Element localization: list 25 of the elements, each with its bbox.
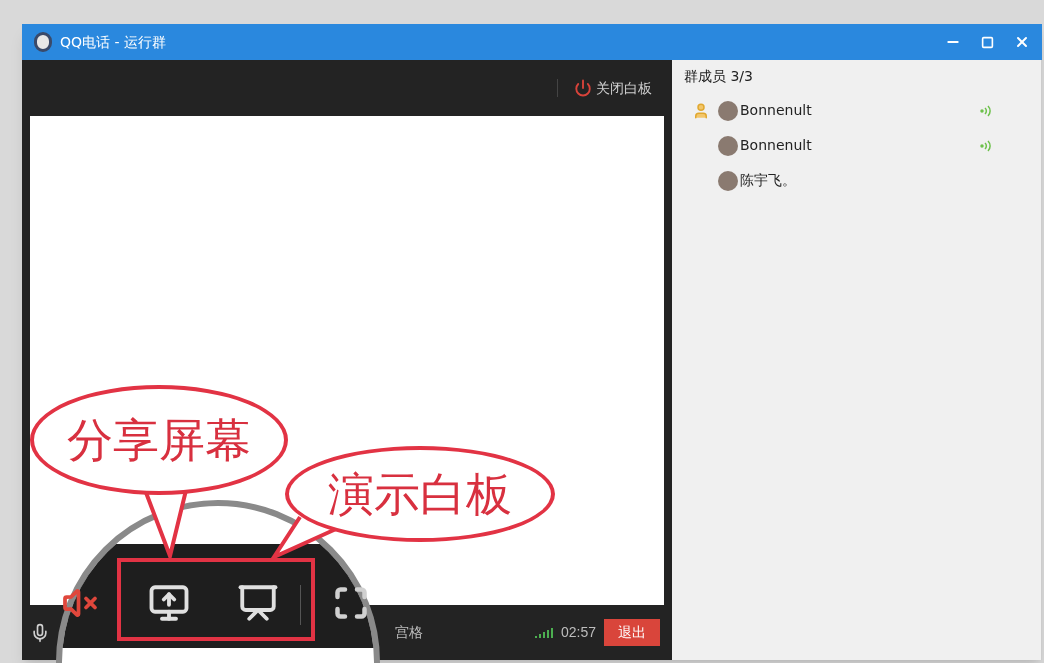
exit-button[interactable]: 退出 (604, 619, 660, 646)
member-item[interactable]: 陈宇飞。 (684, 163, 1029, 198)
member-count-heading: 群成员 3/3 (684, 67, 754, 86)
call-duration: 02:57 (560, 623, 596, 642)
share-screen-icon[interactable] (148, 582, 190, 624)
microphone-icon[interactable] (30, 622, 50, 643)
app-logo-icon (34, 32, 52, 52)
fullscreen-icon[interactable] (333, 585, 369, 621)
member-item[interactable]: Bonnenult (684, 93, 1029, 128)
member-name: 陈宇飞。 (740, 171, 796, 190)
member-name: Bonnenult (740, 136, 812, 155)
power-icon (574, 79, 592, 97)
speaking-icon (979, 103, 993, 118)
close-whiteboard-button[interactable]: 关闭白板 (574, 77, 652, 99)
avatar (718, 100, 738, 121)
window-title: QQ电话 - 运行群 (60, 32, 166, 52)
grid-layout-label[interactable]: 宫格 (395, 622, 423, 643)
maximize-icon[interactable] (981, 35, 994, 49)
whiteboard-icon[interactable] (237, 582, 279, 624)
avatar (718, 135, 738, 156)
close-icon[interactable] (1014, 34, 1030, 50)
avatar (718, 170, 738, 191)
member-name: Bonnenult (740, 101, 812, 120)
speaking-icon (979, 138, 993, 153)
member-item[interactable]: Bonnenult (684, 128, 1029, 163)
